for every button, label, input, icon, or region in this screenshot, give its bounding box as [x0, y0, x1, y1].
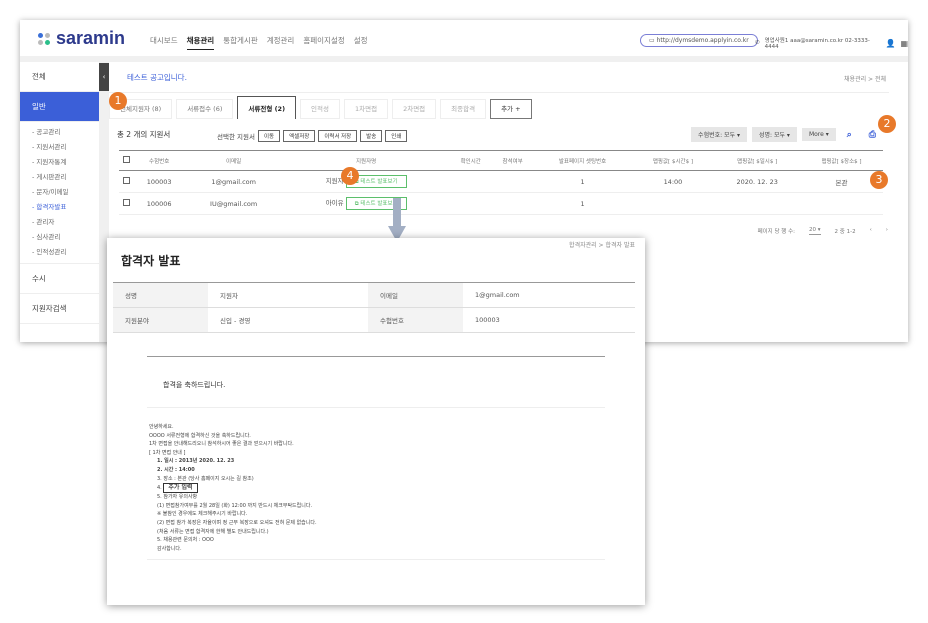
- filter-id[interactable]: 수험번호: 모두 ▾: [691, 127, 748, 142]
- step-badge-1: 1: [109, 92, 127, 110]
- filter-more[interactable]: More ▾: [801, 128, 836, 141]
- row-checkbox[interactable]: [122, 177, 130, 184]
- sidebar-item-search[interactable]: 지원자검색: [20, 294, 99, 324]
- nav-dashboard[interactable]: 대시보드: [150, 35, 178, 50]
- table-header: 수험번호 이메일 지원자명 확인시간 참석여부 발표페이지 셋팅번호 맵핑값[ $시간$ ]…: [119, 150, 883, 171]
- tab-received[interactable]: 서류접수 (6): [176, 99, 234, 119]
- sidebar: 전체 일반 - 공고관리 - 지원서관리 - 지원자통계 - 게시판관리 - 문…: [20, 62, 99, 342]
- announcement-preview: 합격자관리 > 합격자 발표 합격자 발표 성명 지원자 이메일 1@gmail.co…: [107, 238, 645, 605]
- sidebar-sub-stats[interactable]: - 지원자통계: [20, 155, 99, 170]
- nav-recruit[interactable]: 채용관리: [186, 35, 215, 50]
- move-button[interactable]: 이동: [257, 130, 281, 142]
- sidebar-sub-announce[interactable]: - 합격자발표: [20, 200, 99, 215]
- excel-button[interactable]: 엑셀저장: [283, 130, 316, 142]
- step-badge-4: 4: [341, 167, 359, 185]
- grid-menu-icon[interactable]: ▦: [900, 39, 908, 48]
- tab-document[interactable]: 서류전형 (2): [237, 96, 297, 119]
- tab-aptitude[interactable]: 인적성: [300, 99, 340, 119]
- main-nav: 대시보드 채용관리 통합게시판 계정관리 홈페이지설정 설정: [150, 35, 368, 50]
- tab-interview2[interactable]: 2차면접: [392, 99, 437, 119]
- tab-final[interactable]: 최종합격: [440, 99, 487, 119]
- sidebar-sub-jobs[interactable]: - 공고관리: [20, 125, 99, 140]
- sidebar-sub-sms-email[interactable]: - 문자/이메일: [20, 185, 99, 200]
- site-url-link[interactable]: ▭ http://dymsdemo.applyin.co.kr: [640, 34, 758, 47]
- job-title: 테스트 공고입니다.: [127, 73, 187, 82]
- sidebar-toggle-button[interactable]: ‹: [99, 63, 109, 91]
- arrow-down-icon: [388, 198, 406, 242]
- sidebar-sub-review[interactable]: - 심사관리: [20, 230, 99, 245]
- announcement-letter: 안녕하세요. OOOO 서류전형에 합격하신 것을 축하드립니다. 1차 면접을 안…: [147, 423, 605, 561]
- pagination: 페이지 당 행 수: 20 ▾ 2 중 1-2 ‹ ›: [757, 227, 888, 235]
- nav-homepage[interactable]: 홈페이지설정: [303, 35, 344, 50]
- sidebar-item-all[interactable]: 전체: [20, 62, 99, 92]
- monitor-icon: ▭: [649, 37, 657, 44]
- step-badge-3: 3: [870, 171, 888, 189]
- rows-per-page-select[interactable]: 20 ▾: [809, 227, 821, 235]
- sidebar-item-general[interactable]: 일반: [20, 92, 99, 122]
- applicant-table: 수험번호 이메일 지원자명 확인시간 참석여부 발표페이지 셋팅번호 맵핑값[ $시간$ ]…: [119, 150, 883, 215]
- printer-icon[interactable]: ⎙: [869, 130, 876, 140]
- table-row: 100003 1@gmail.com 지원자 ⧉ 테스트 발표보기 1 14:00 2…: [119, 170, 883, 193]
- top-header: saramin 대시보드 채용관리 통합게시판 계정관리 홈페이지설정 설정 ▭…: [20, 20, 908, 56]
- popup-title: 합격자 발표: [121, 254, 181, 268]
- sidebar-item-rolling[interactable]: 수시: [20, 264, 99, 294]
- congrats-message: 합격을 축하드립니다.: [147, 356, 605, 408]
- nav-board[interactable]: 통합게시판: [223, 35, 258, 50]
- user-icon[interactable]: 👤: [885, 39, 895, 48]
- sidebar-sub-aptitude[interactable]: - 인적성관리: [20, 245, 99, 260]
- row-checkbox[interactable]: [122, 199, 130, 206]
- search-icon[interactable]: ⌕: [847, 130, 852, 140]
- next-page-button[interactable]: ›: [886, 227, 888, 235]
- applicant-count: 총 2 개의 지원서: [117, 130, 171, 139]
- tab-interview1[interactable]: 1차면접: [344, 99, 389, 119]
- nav-settings[interactable]: 설정: [354, 35, 368, 50]
- filter-name[interactable]: 성명: 모두 ▾: [752, 127, 797, 142]
- nav-account[interactable]: 계정관리: [267, 35, 295, 50]
- add-tab-button[interactable]: 추가 +: [490, 99, 532, 119]
- selected-actions: 선택한 지원서 이동 엑셀저장 이력서 저장 발송 인쇄: [217, 130, 408, 142]
- send-button[interactable]: 발송: [360, 130, 383, 142]
- select-all-checkbox[interactable]: [122, 156, 130, 163]
- logo[interactable]: saramin: [38, 28, 125, 49]
- prev-page-button[interactable]: ‹: [870, 227, 872, 235]
- phone-icon: ✆: [755, 40, 760, 46]
- sidebar-sub-board[interactable]: - 게시판관리: [20, 170, 99, 185]
- add-input-button[interactable]: 추가 입력: [163, 483, 198, 494]
- sidebar-sub-admin[interactable]: - 관리자: [20, 215, 99, 230]
- applicant-info-table: 성명 지원자 이메일 1@gmail.com 지원분야 신입 - 경영 수험번호 10000…: [113, 282, 635, 333]
- save-resume-button[interactable]: 이력서 저장: [318, 130, 358, 142]
- popup-breadcrumb: 합격자관리 > 합격자 발표: [569, 242, 635, 249]
- breadcrumb: 채용관리 > 전체: [844, 76, 886, 83]
- contact-info: ✆ 영업사원1 aaa@saramin.co.kr 02-3333-4444 👤 ▦: [755, 38, 908, 50]
- step-badge-2: 2: [878, 115, 896, 133]
- print-button[interactable]: 인쇄: [385, 130, 408, 142]
- table-row: 100006 IU@gmail.com 아이유 ⧉ 테스트 발표보기 1: [119, 192, 883, 215]
- sidebar-sub-applications[interactable]: - 지원서관리: [20, 140, 99, 155]
